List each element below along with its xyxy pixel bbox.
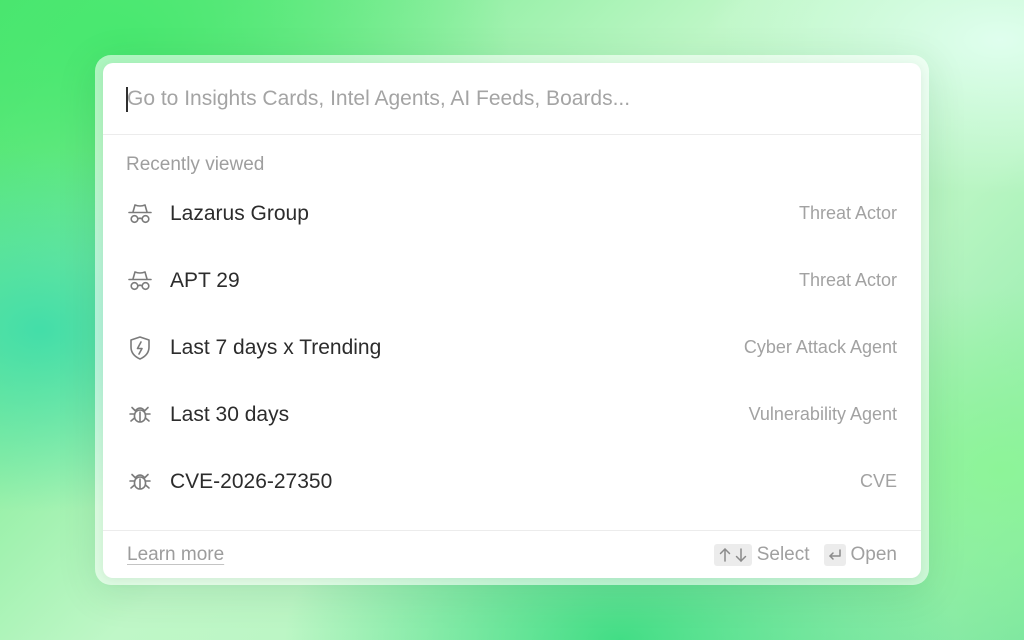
select-hint-label: Select bbox=[756, 543, 810, 565]
bug-icon bbox=[127, 402, 153, 428]
recent-item-name: Lazarus Group bbox=[170, 201, 309, 225]
spy-icon bbox=[127, 201, 153, 227]
recent-item-type: Threat Actor bbox=[798, 203, 897, 223]
text-cursor bbox=[126, 87, 128, 112]
open-hint-label: Open bbox=[850, 543, 897, 565]
recent-item-name: Last 7 days x Trending bbox=[170, 335, 382, 359]
recent-item-name: APT 29 bbox=[170, 268, 240, 292]
shield-bolt-icon bbox=[127, 335, 153, 361]
open-hint: Open bbox=[823, 543, 897, 566]
recent-item-type: Cyber Attack Agent bbox=[743, 337, 897, 357]
recent-item-lazarus-group[interactable]: Lazarus Group Threat Actor bbox=[103, 180, 921, 247]
enter-key-icon bbox=[823, 543, 846, 566]
search-bar bbox=[103, 63, 921, 135]
recently-viewed-heading: Recently viewed bbox=[126, 154, 265, 175]
search-input[interactable] bbox=[127, 81, 887, 117]
recent-item-cve-2026-27350[interactable]: CVE-2026-27350 CVE bbox=[103, 448, 921, 515]
palette-footer: Learn more Select Open bbox=[103, 530, 921, 578]
recent-item-type: Vulnerability Agent bbox=[748, 404, 897, 424]
recent-items-list: Lazarus Group Threat Actor APT 29 Threat… bbox=[103, 180, 921, 515]
learn-more-link[interactable]: Learn more bbox=[127, 544, 224, 566]
recent-item-type: CVE bbox=[859, 471, 897, 491]
keyboard-hints: Select Open bbox=[700, 543, 897, 566]
recent-item-name: Last 30 days bbox=[170, 402, 290, 426]
recent-item-name: CVE-2026-27350 bbox=[170, 469, 333, 493]
recent-item-type: Threat Actor bbox=[798, 270, 897, 290]
bug-icon bbox=[127, 469, 153, 495]
command-palette: Recently viewed Lazarus Group Threat Act… bbox=[103, 63, 921, 578]
arrow-keys-icon bbox=[713, 543, 752, 566]
recent-item-last-30-days[interactable]: Last 30 days Vulnerability Agent bbox=[103, 381, 921, 448]
select-hint: Select bbox=[713, 543, 810, 566]
spy-icon bbox=[127, 268, 153, 294]
recent-item-apt-29[interactable]: APT 29 Threat Actor bbox=[103, 247, 921, 314]
recent-item-last-7-days-trending[interactable]: Last 7 days x Trending Cyber Attack Agen… bbox=[103, 314, 921, 381]
